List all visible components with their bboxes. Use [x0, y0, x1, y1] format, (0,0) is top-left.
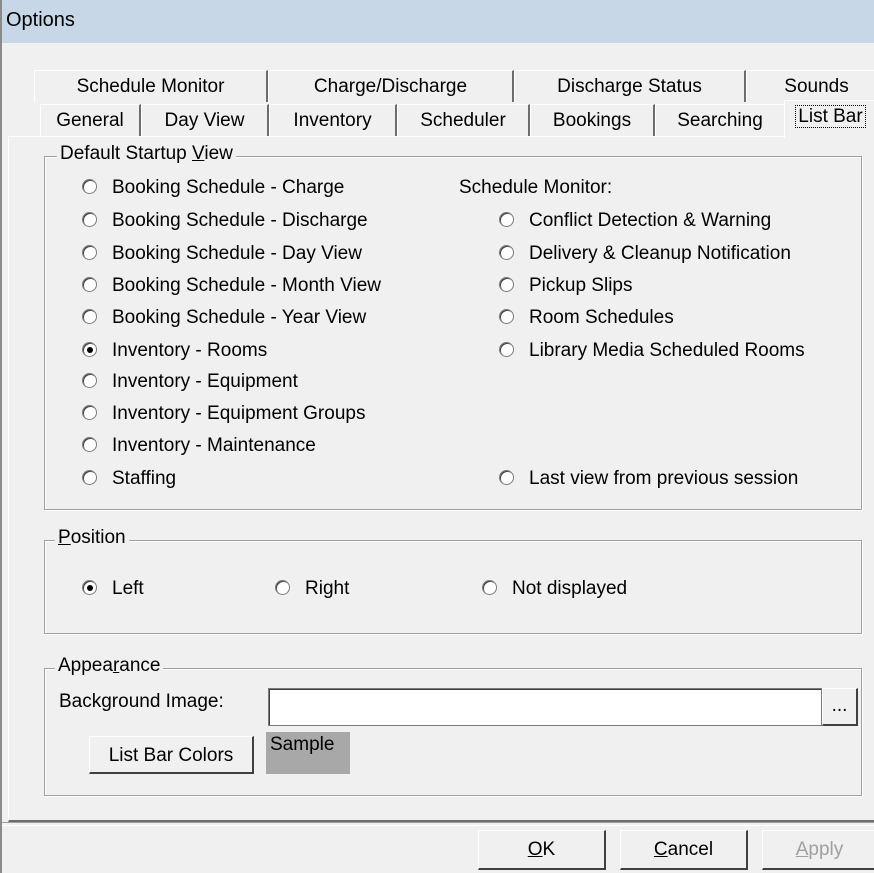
tab-scheduler[interactable]: Scheduler	[397, 104, 530, 136]
apply-button[interactable]: Apply	[762, 830, 874, 870]
radio-circle	[82, 277, 97, 292]
radio-circle	[82, 437, 97, 452]
default-startup-view-legend: Default Startup View	[57, 143, 236, 165]
radio-circle	[499, 277, 514, 292]
browse-button[interactable]: ...	[822, 688, 858, 726]
cancel-button[interactable]: Cancel	[620, 830, 748, 870]
tab-searching[interactable]: Searching	[655, 104, 786, 136]
radio-circle	[482, 580, 497, 595]
appearance-legend: Appearance	[55, 655, 164, 677]
options-dialog: Options Schedule Monitor Charge/Discharg…	[0, 0, 874, 873]
radio-circle	[275, 580, 290, 595]
tab-list-bar[interactable]: List Bar	[784, 100, 874, 138]
radio-circle	[499, 309, 514, 324]
tab-general[interactable]: General	[40, 104, 141, 136]
schedule-monitor-heading: Schedule Monitor:	[459, 177, 613, 198]
tab-bookings[interactable]: Bookings	[530, 104, 655, 136]
background-image-input[interactable]	[268, 688, 822, 726]
title-bar: Options	[2, 0, 874, 43]
radio-circle	[82, 212, 97, 227]
radio-circle	[82, 309, 97, 324]
radio-circle	[499, 342, 514, 357]
radio-circle-selected	[82, 580, 97, 595]
tab-charge-discharge[interactable]: Charge/Discharge	[268, 70, 514, 102]
window-title: Options	[6, 9, 75, 31]
tab-row-front: General Day View Inventory Scheduler Boo…	[40, 100, 874, 138]
button-separator	[2, 822, 874, 826]
radio-circle	[82, 245, 97, 260]
position-legend: Position	[55, 527, 129, 549]
radio-circle	[499, 245, 514, 260]
position-group: Position	[44, 527, 862, 634]
tab-inventory[interactable]: Inventory	[269, 104, 397, 136]
tab-discharge-status[interactable]: Discharge Status	[514, 70, 746, 102]
tab-row-back: Schedule Monitor Charge/Discharge Discha…	[34, 70, 874, 104]
radio-circle	[499, 212, 514, 227]
sample-preview: Sample	[266, 732, 350, 774]
list-bar-colors-button[interactable]: List Bar Colors	[89, 736, 254, 774]
tab-day-view[interactable]: Day View	[141, 104, 269, 136]
tab-schedule-monitor[interactable]: Schedule Monitor	[34, 70, 268, 102]
radio-circle	[82, 470, 97, 485]
radio-circle	[82, 405, 97, 420]
radio-circle	[82, 179, 97, 194]
background-image-label: Background Image:	[59, 691, 224, 712]
radio-circle	[82, 373, 97, 388]
tab-sounds[interactable]: Sounds	[746, 70, 874, 102]
ok-button[interactable]: OK	[478, 830, 606, 870]
radio-circle	[499, 470, 514, 485]
radio-circle-selected	[82, 342, 97, 357]
